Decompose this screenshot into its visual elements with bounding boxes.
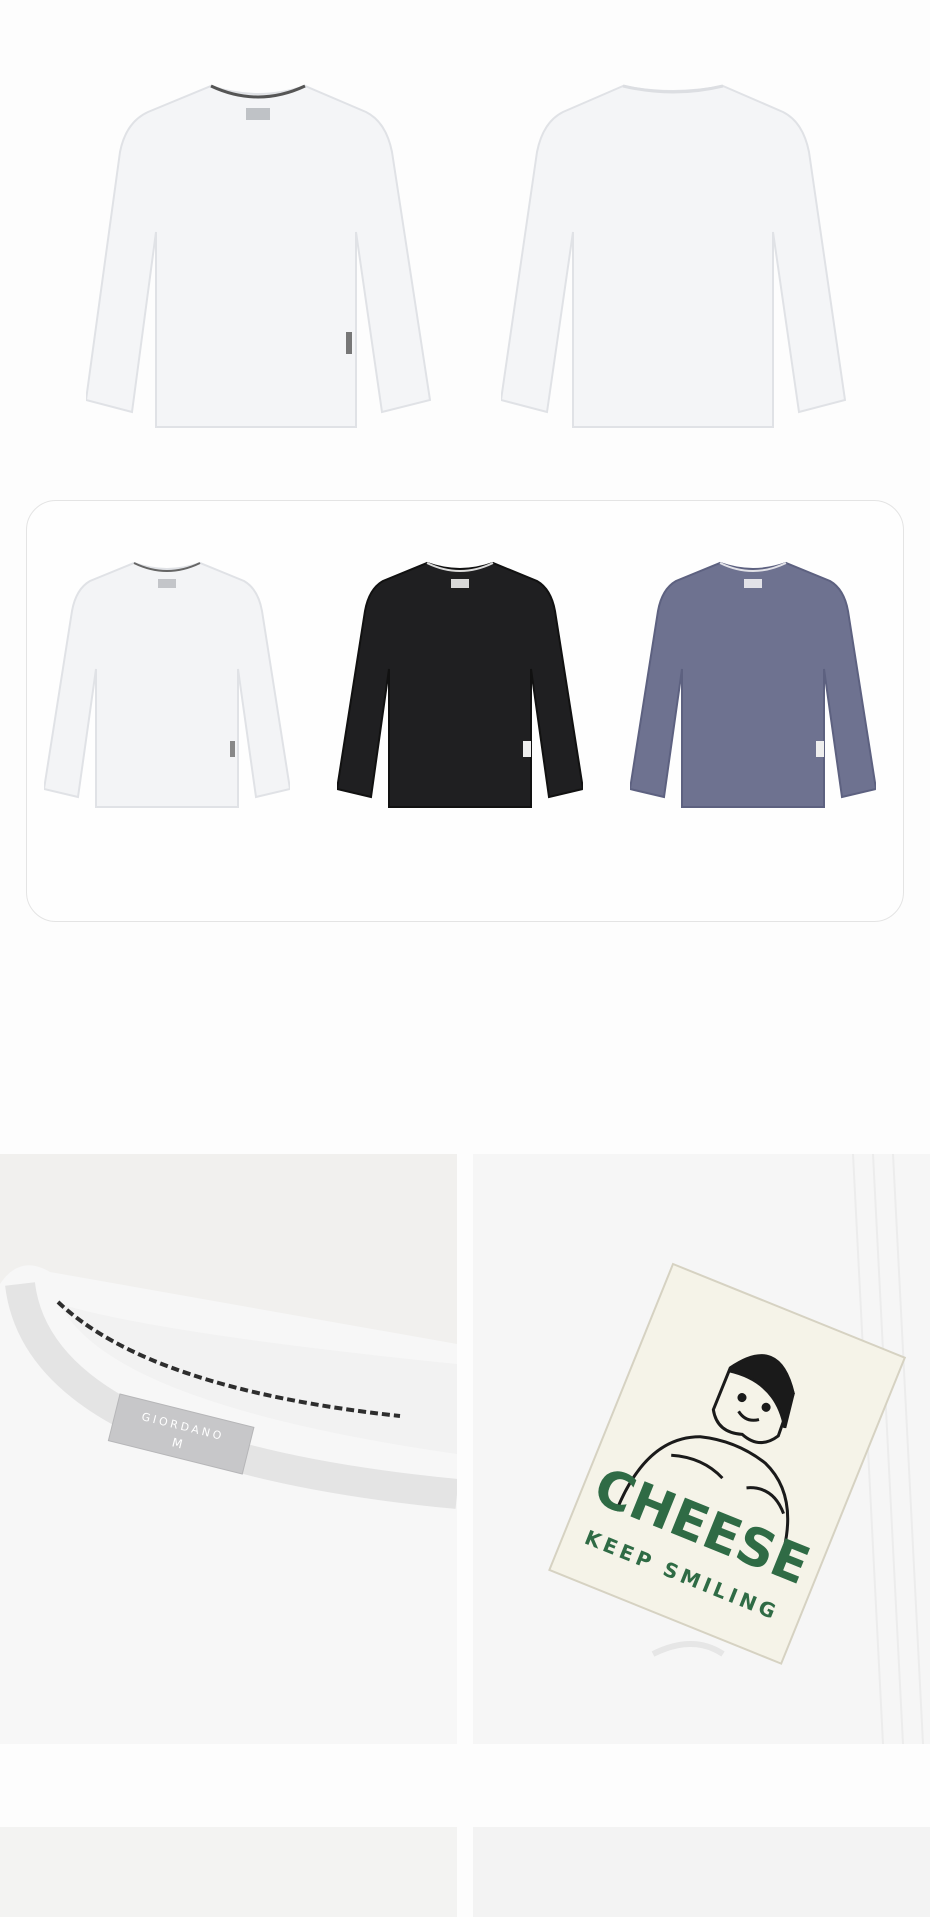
colorway-black-image[interactable] xyxy=(337,561,583,811)
detail-photo-bottom-right xyxy=(473,1827,930,1917)
colorway-slate-blue-image[interactable] xyxy=(630,561,876,811)
back-view-image xyxy=(501,82,846,432)
neck-label-detail-photo: GIORDANO M xyxy=(0,1154,457,1744)
front-view-image xyxy=(86,82,431,432)
patch-detail-photo: CHEESE KEEP SMILING xyxy=(473,1154,930,1744)
colorway-white-image[interactable] xyxy=(44,561,290,811)
detail-photo-bottom-left xyxy=(0,1827,457,1917)
